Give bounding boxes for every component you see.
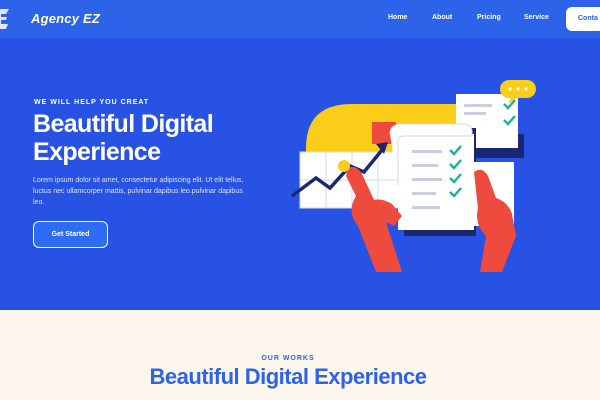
nav-about-link[interactable]: About (432, 14, 452, 21)
hero-title-line-2: Experience (33, 138, 161, 166)
get-started-button[interactable]: Get Started (33, 221, 108, 248)
hero-title: Beautiful Digital Experience (33, 110, 293, 166)
nav-home-link[interactable]: Home (388, 14, 407, 21)
brand-name[interactable]: Agency EZ (31, 11, 100, 26)
works-eyebrow: OUR WORKS (261, 355, 315, 362)
hero-title-line-1: Beautiful Digital (33, 110, 214, 138)
nav-pricing-link[interactable]: Pricing (477, 14, 501, 21)
hero-description: Lorem ipsum dolor sit amet, consectetur … (33, 177, 244, 206)
navbar: Agency EZ Home About Pricing Service Con… (0, 0, 600, 38)
ez-logo-icon[interactable] (0, 6, 12, 32)
contact-button[interactable]: Conta (566, 7, 600, 31)
works-title: Beautiful Digital Experience (149, 364, 427, 389)
nav-service-link[interactable]: Service (524, 14, 549, 21)
digital-experience-illustration-icon (290, 80, 536, 272)
hero-eyebrow: WE WILL HELP YOU CREAT (34, 99, 150, 106)
